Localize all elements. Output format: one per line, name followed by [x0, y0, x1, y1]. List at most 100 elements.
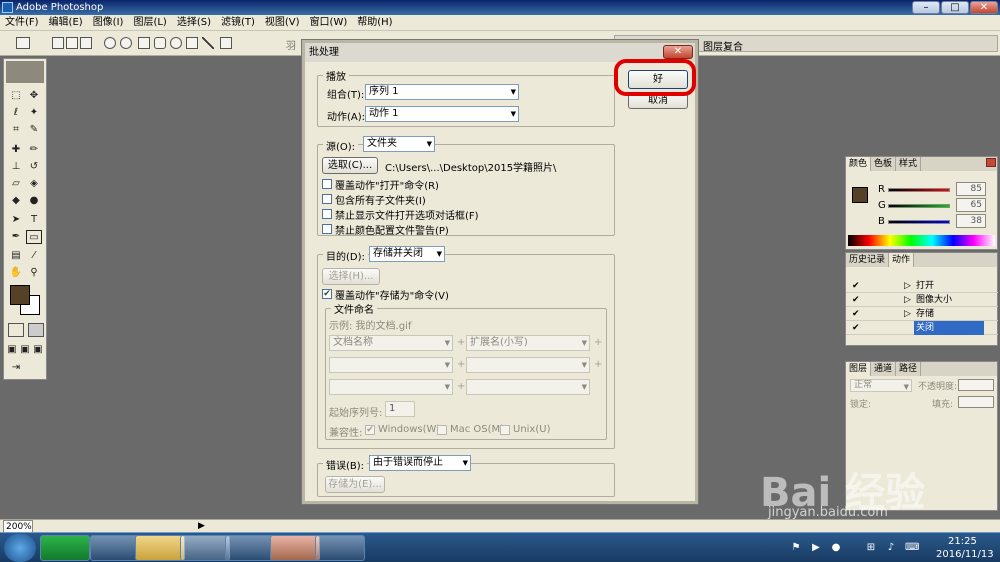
dialog-close-button[interactable]: ✕: [663, 45, 693, 59]
marquee-tool-icon[interactable]: ⬚: [8, 89, 24, 103]
dodge-tool-icon[interactable]: ●: [26, 194, 42, 208]
errors-select[interactable]: 由于错误而停止 ▼: [369, 455, 471, 471]
blur-tool-icon[interactable]: ◆: [8, 194, 24, 208]
lasso-tool-icon[interactable]: ℓ: [8, 106, 24, 120]
start-orb-icon[interactable]: [4, 534, 36, 562]
maximize-button[interactable]: □: [941, 1, 969, 14]
quick-mask-mode-icon[interactable]: [28, 323, 44, 337]
naming-field-4[interactable]: ▼: [466, 357, 590, 373]
override-save-as-checkbox[interactable]: ✔: [322, 289, 332, 299]
source-select[interactable]: 文件夹 ▼: [363, 136, 435, 152]
subtract-selection-icon[interactable]: [80, 37, 92, 49]
close-button[interactable]: ✕: [970, 1, 998, 14]
suppress-open-dialogs-checkbox[interactable]: [322, 209, 332, 219]
menu-help[interactable]: 帮助(H): [352, 15, 397, 31]
healing-brush-tool-icon[interactable]: ✚: [8, 143, 24, 157]
override-open-checkbox[interactable]: [322, 179, 332, 189]
menu-file[interactable]: 文件(F): [0, 15, 44, 31]
naming-field-5[interactable]: ▼: [329, 379, 453, 395]
tab-history[interactable]: 历史记录: [846, 253, 890, 267]
slice-tool-icon[interactable]: ✎: [26, 123, 42, 137]
menu-filter[interactable]: 滤镜(T): [216, 15, 260, 31]
tray-volume-icon[interactable]: ♪: [885, 542, 897, 554]
destination-select[interactable]: 存储并关闭 ▼: [369, 246, 445, 262]
compat-windows-checkbox[interactable]: ✔: [365, 425, 375, 435]
move-tool-icon[interactable]: ✥: [26, 89, 42, 103]
minimize-button[interactable]: –: [912, 1, 940, 14]
clock-date[interactable]: 2016/11/13: [936, 549, 994, 560]
notes-tool-icon[interactable]: ▤: [8, 249, 24, 263]
folder-task-icon[interactable]: [135, 535, 185, 561]
screen-mode-3-icon[interactable]: ▣: [32, 343, 44, 357]
media-player-task-icon[interactable]: [40, 535, 90, 561]
tray-media-icon[interactable]: ▶: [810, 542, 822, 554]
tray-flag-icon[interactable]: ⚑: [790, 542, 802, 554]
pen-icon[interactable]: [104, 37, 116, 49]
screen-mode-1-icon[interactable]: ▣: [6, 343, 18, 357]
errors-save-as-button[interactable]: 存储为(E)...: [325, 476, 385, 493]
blend-mode-select[interactable]: 正常 ▼: [850, 379, 912, 392]
include-subfolders-checkbox[interactable]: [322, 194, 332, 204]
screen-mode-2-icon[interactable]: ▣: [19, 343, 31, 357]
source-choose-button[interactable]: 选取(C)...: [322, 157, 378, 174]
tab-channels[interactable]: 通道: [871, 362, 897, 376]
panel-close-icon[interactable]: [986, 158, 996, 167]
standard-mode-icon[interactable]: [8, 323, 24, 337]
rectangle-shape-icon[interactable]: [138, 37, 150, 49]
tray-app-icon[interactable]: ●: [830, 542, 842, 554]
r-slider[interactable]: [888, 188, 950, 192]
menu-edit[interactable]: 编辑(E): [44, 15, 88, 31]
compat-unix-checkbox[interactable]: [500, 425, 510, 435]
color-ramp[interactable]: [848, 235, 995, 246]
custom-shape-icon[interactable]: [220, 37, 232, 49]
g-value[interactable]: 65: [956, 198, 986, 212]
clock-time[interactable]: 21:25: [948, 536, 977, 547]
freeform-pen-icon[interactable]: [120, 37, 132, 49]
shape-tool-icon[interactable]: ▭: [26, 230, 42, 244]
eyedropper-tool-icon[interactable]: ⁄: [26, 249, 42, 263]
menu-select[interactable]: 选择(S): [172, 15, 216, 31]
menu-layer[interactable]: 图层(L): [128, 15, 171, 31]
r-value[interactable]: 85: [956, 182, 986, 196]
g-slider[interactable]: [888, 204, 950, 208]
list-item[interactable]: ✔ ▷ 打开: [846, 279, 998, 293]
tab-paths[interactable]: 路径: [896, 362, 922, 376]
type-tool-icon[interactable]: T: [26, 213, 42, 227]
new-selection-icon[interactable]: [52, 37, 64, 49]
clone-stamp-tool-icon[interactable]: ⊥: [8, 160, 24, 174]
add-selection-icon[interactable]: [66, 37, 78, 49]
history-brush-tool-icon[interactable]: ↺: [26, 160, 42, 174]
tab-actions[interactable]: 动作: [889, 253, 915, 267]
line-icon[interactable]: [202, 37, 214, 49]
ellipse-icon[interactable]: [170, 37, 182, 49]
rounded-rect-icon[interactable]: [154, 37, 166, 49]
eraser-tool-icon[interactable]: ▱: [8, 177, 24, 191]
color-panel-fg-swatch[interactable]: [852, 187, 868, 203]
brush-tool-icon[interactable]: ✏: [26, 143, 42, 157]
marquee-preset-icon[interactable]: [16, 37, 30, 49]
jump-to-imageready-icon[interactable]: ⇥: [8, 361, 24, 375]
destination-choose-button[interactable]: 选择(H)...: [322, 268, 380, 285]
naming-field-1[interactable]: 文档名称 ▼: [329, 335, 453, 351]
ie-task-icon[interactable]: [225, 535, 275, 561]
status-arrow-icon[interactable]: ▶: [198, 520, 205, 532]
suppress-color-warnings-checkbox[interactable]: [322, 224, 332, 234]
magic-wand-tool-icon[interactable]: ✦: [26, 106, 42, 120]
menu-window[interactable]: 窗口(W): [305, 15, 353, 31]
fill-field[interactable]: [958, 396, 994, 408]
naming-field-6[interactable]: ▼: [466, 379, 590, 395]
tab-layers[interactable]: 图层: [846, 362, 872, 376]
photo-task-icon[interactable]: [270, 535, 320, 561]
b-slider[interactable]: [888, 220, 950, 224]
list-item[interactable]: ✔ ▷ 存储: [846, 307, 998, 321]
polygon-icon[interactable]: [186, 37, 198, 49]
menu-image[interactable]: 图像(I): [88, 15, 129, 31]
menu-view[interactable]: 视图(V): [260, 15, 305, 31]
action-select[interactable]: 动作 1 ▼: [365, 106, 519, 122]
start-serial-field[interactable]: 1: [385, 401, 415, 417]
tab-color[interactable]: 颜色: [846, 157, 872, 171]
tab-swatches[interactable]: 色板: [871, 157, 897, 171]
palette-well-layer-comps[interactable]: 图层复合: [703, 38, 743, 53]
tray-network-icon[interactable]: ⊞: [865, 542, 877, 554]
naming-field-3[interactable]: ▼: [329, 357, 453, 373]
